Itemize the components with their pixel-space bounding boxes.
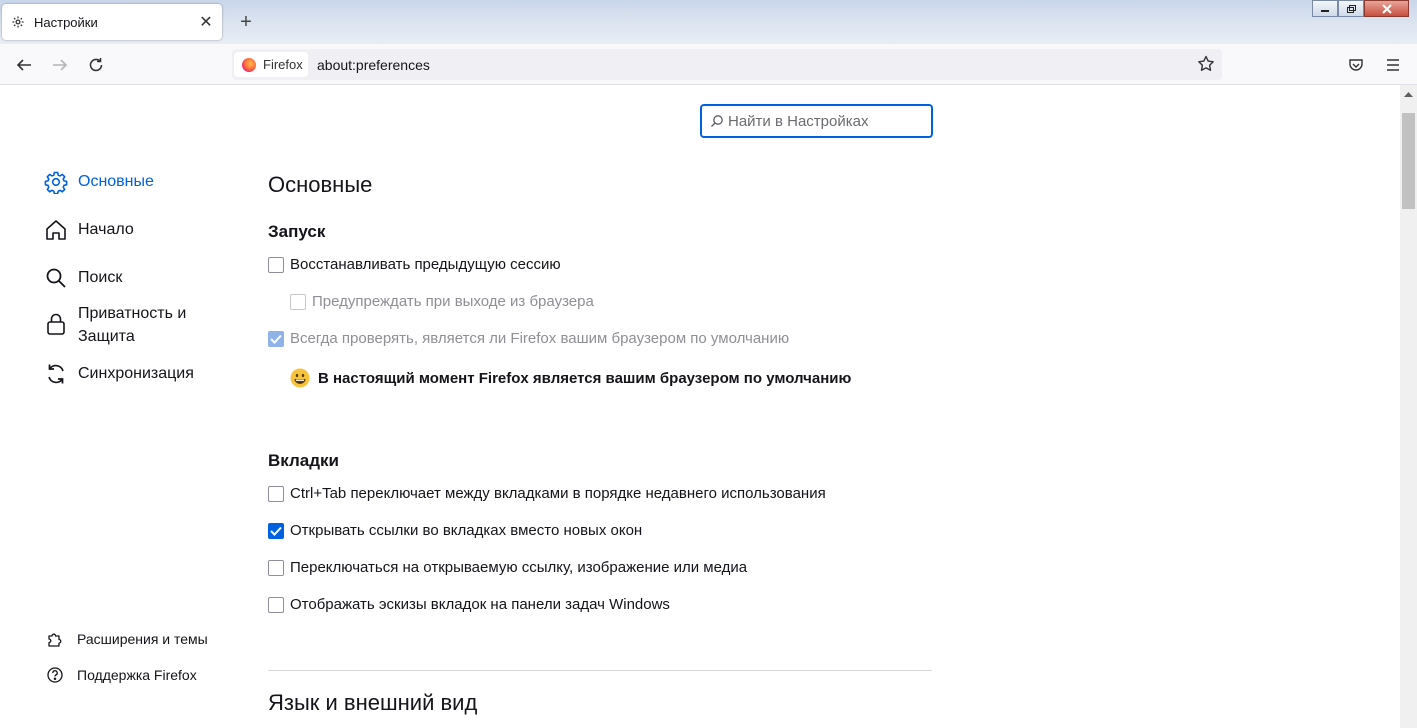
sidebar-item-label: Приватность и Защита (78, 305, 187, 345)
tabs-heading: Вкладки (268, 451, 339, 470)
checkbox-box[interactable] (268, 485, 284, 502)
restore-button[interactable] (1338, 0, 1364, 17)
search-input[interactable] (728, 112, 918, 130)
checkbox-box[interactable] (290, 293, 306, 310)
checkmark-icon (270, 526, 282, 536)
reload-icon (89, 58, 103, 72)
firefox-logo-icon (242, 57, 256, 72)
nav-toolbar: Firefox about:preferences (0, 44, 1417, 85)
forward-arrow-icon (53, 59, 68, 71)
checkbox-label: Переключаться на открываемую ссылку, изо… (290, 559, 748, 576)
gear-icon (10, 14, 26, 30)
identity-box[interactable]: Firefox (234, 52, 308, 77)
sidebar-item-label: Синхронизация (78, 365, 194, 382)
url-bar[interactable]: Firefox about:preferences (232, 49, 1222, 80)
default-browser-status: В настоящий момент Firefox является ваши… (290, 368, 851, 388)
checkbox-box[interactable] (268, 559, 284, 576)
page-title: Основные (268, 172, 373, 197)
pocket-button[interactable] (1343, 52, 1369, 78)
support-link-label: Поддержка Firefox (77, 667, 197, 683)
pocket-icon (1349, 59, 1363, 71)
sidebar-item-label: Основные (78, 173, 154, 190)
tab-title: Настройки (34, 14, 98, 30)
section-divider (268, 670, 932, 671)
tab-settings[interactable]: Настройки ✕ (2, 4, 222, 40)
page-scrollbar[interactable] (1400, 85, 1417, 728)
close-tab-icon[interactable]: ✕ (198, 14, 214, 31)
checkbox-box[interactable] (268, 522, 284, 539)
checkbox-label: Предупреждать при выходе из браузера (312, 293, 594, 310)
warn-on-quit-checkbox[interactable]: Предупреждать при выходе из браузера (290, 293, 594, 310)
puzzle-icon (46, 630, 64, 648)
restore-session-checkbox[interactable]: Восстанавливать предыдущую сессию (268, 256, 561, 273)
forward-button[interactable] (47, 52, 73, 78)
close-window-button[interactable] (1364, 0, 1409, 17)
url-text[interactable]: about:preferences (317, 57, 430, 73)
language-appearance-heading: Язык и внешний вид (268, 690, 478, 715)
minimize-button[interactable] (1312, 0, 1338, 17)
switch-to-opened-link-checkbox[interactable]: Переключаться на открываемую ссылку, изо… (268, 559, 747, 576)
sidebar-link-addons[interactable]: Расширения и темы (46, 630, 208, 648)
checkbox-box[interactable] (268, 330, 284, 347)
ctrl-tab-checkbox[interactable]: Ctrl+Tab переключает между вкладками в п… (268, 485, 826, 502)
sidebar-link-support[interactable]: Поддержка Firefox (46, 666, 197, 684)
default-browser-text: В настоящий момент Firefox является ваши… (318, 369, 852, 387)
search-icon (44, 266, 68, 290)
window-controls (1312, 0, 1409, 17)
menu-button[interactable] (1380, 52, 1406, 78)
checkbox-label: Всегда проверять, является ли Firefox ва… (290, 330, 790, 347)
sidebar-item-home[interactable]: Начало (44, 218, 134, 242)
help-icon (46, 666, 64, 684)
identity-label: Firefox (263, 57, 303, 72)
search-icon (711, 115, 723, 127)
checkbox-box[interactable] (268, 596, 284, 613)
sidebar-item-sync[interactable]: Синхронизация (44, 362, 194, 386)
scroll-up-arrow-icon[interactable] (1400, 85, 1417, 102)
checkbox-label: Открывать ссылки во вкладках вместо новы… (290, 522, 643, 539)
checkbox-label: Восстанавливать предыдущую сессию (290, 256, 561, 273)
sidebar-item-search[interactable]: Поиск (44, 266, 122, 290)
sidebar-item-privacy[interactable]: Приватность и Защита (44, 302, 208, 348)
tab-strip: Настройки ✕ + (0, 0, 1417, 44)
sidebar-item-label: Начало (78, 221, 134, 238)
hamburger-menu-icon (1387, 59, 1399, 71)
back-arrow-icon (16, 59, 31, 71)
back-button[interactable] (11, 52, 37, 78)
taskbar-previews-checkbox[interactable]: Отображать эскизы вкладок на панели зада… (268, 596, 670, 613)
sidebar-item-label: Поиск (78, 269, 123, 286)
sidebar-item-general[interactable]: Основные (44, 170, 154, 194)
search-settings-box[interactable] (700, 104, 933, 138)
startup-heading: Запуск (268, 222, 326, 241)
checkbox-label: Отображать эскизы вкладок на панели зада… (290, 596, 670, 613)
check-default-browser-checkbox[interactable]: Всегда проверять, является ли Firefox ва… (268, 330, 789, 347)
scroll-thumb[interactable] (1402, 113, 1415, 209)
bookmark-star-icon[interactable] (1196, 54, 1216, 74)
addons-link-label: Расширения и темы (77, 631, 208, 647)
checkmark-icon (270, 334, 282, 344)
lock-icon (44, 312, 68, 336)
reload-button[interactable] (83, 52, 109, 78)
checkbox-label: Ctrl+Tab переключает между вкладками в п… (290, 485, 826, 502)
gear-icon (44, 170, 68, 194)
checkbox-box[interactable] (268, 256, 284, 273)
smiley-emoji-icon (290, 368, 310, 388)
new-tab-button[interactable]: + (236, 12, 256, 32)
open-links-in-tabs-checkbox[interactable]: Открывать ссылки во вкладках вместо новы… (268, 522, 642, 539)
sync-icon (44, 362, 68, 386)
home-icon (44, 218, 68, 242)
